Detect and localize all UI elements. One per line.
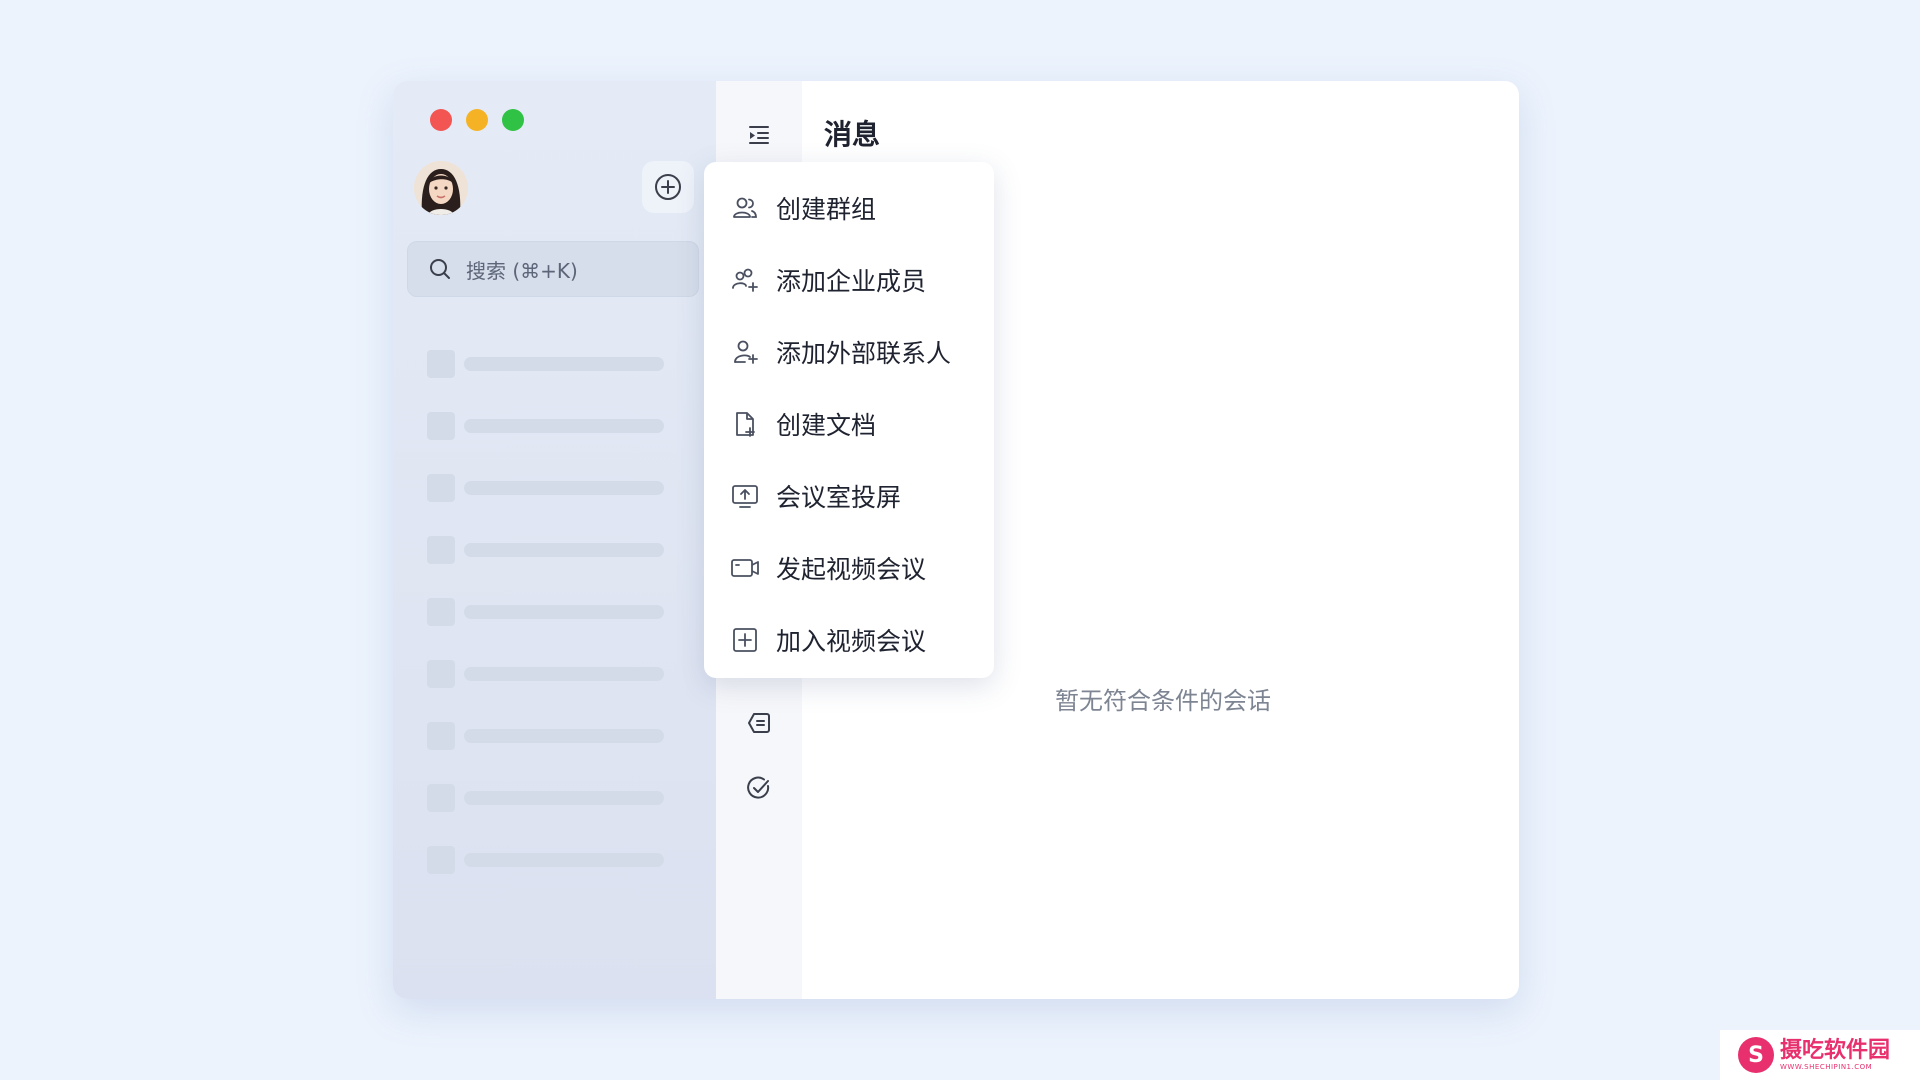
menu-item-create-group[interactable]: 创建群组 bbox=[704, 172, 994, 244]
check-circle-icon[interactable] bbox=[745, 774, 773, 802]
menu-item-start-video-meeting[interactable]: 发起视频会议 bbox=[704, 532, 994, 604]
add-button[interactable] bbox=[642, 161, 694, 213]
screen-share-icon bbox=[732, 485, 758, 508]
group-icon bbox=[733, 197, 757, 218]
page-title: 消息 bbox=[824, 118, 881, 151]
close-button[interactable] bbox=[430, 109, 452, 131]
skeleton-row bbox=[427, 519, 667, 581]
join-meeting-icon bbox=[733, 628, 757, 652]
menu-item-add-members[interactable]: 添加企业成员 bbox=[704, 244, 994, 316]
empty-state-text: 暂无符合条件的会话 bbox=[1055, 687, 1271, 715]
watermark-logo-icon: S bbox=[1738, 1037, 1774, 1073]
skeleton-row bbox=[427, 767, 667, 829]
menu-item-label: 添加外部联系人 bbox=[776, 339, 952, 368]
new-document-icon bbox=[736, 412, 755, 437]
video-camera-icon bbox=[731, 559, 759, 577]
menu-item-label: 创建群组 bbox=[776, 195, 877, 224]
menu-item-label: 创建文档 bbox=[776, 411, 877, 440]
watermark: S 摄吃软件园 WWW.SHECHIPIN1.COM bbox=[1720, 1030, 1920, 1080]
menu-item-label: 会议室投屏 bbox=[776, 483, 902, 512]
window-controls bbox=[430, 109, 524, 131]
skeleton-row bbox=[427, 705, 667, 767]
search-icon bbox=[430, 259, 450, 279]
maximize-button[interactable] bbox=[502, 109, 524, 131]
skeleton-row bbox=[427, 395, 667, 457]
avatar[interactable] bbox=[414, 161, 468, 215]
skeleton-row bbox=[427, 333, 667, 395]
watermark-text: 摄吃软件园 bbox=[1780, 1038, 1891, 1063]
search-placeholder: 搜索 (⌘+K) bbox=[466, 258, 578, 283]
skeleton-row bbox=[427, 829, 667, 891]
watermark-subtext: WWW.SHECHIPIN1.COM bbox=[1780, 1063, 1873, 1071]
menu-item-label: 添加企业成员 bbox=[776, 267, 927, 296]
plus-circle-icon bbox=[655, 174, 681, 200]
sidebar: 搜索 (⌘+K) bbox=[393, 81, 716, 999]
create-dropdown-menu: 创建群组 添加企业成员 添加外部联系人 创建文档 会议室投屏 发起视频会议 加入… bbox=[704, 162, 994, 678]
menu-item-label: 加入视频会议 bbox=[776, 627, 927, 656]
menu-item-create-document[interactable]: 创建文档 bbox=[704, 388, 994, 460]
list-icon[interactable] bbox=[745, 709, 773, 737]
search-input[interactable]: 搜索 (⌘+K) bbox=[407, 241, 699, 297]
skeleton-row bbox=[427, 643, 667, 705]
menu-item-add-external-contact[interactable]: 添加外部联系人 bbox=[704, 316, 994, 388]
skeleton-row bbox=[427, 581, 667, 643]
add-members-icon bbox=[732, 268, 758, 292]
conversation-list-skeleton bbox=[427, 333, 667, 891]
add-contact-icon bbox=[734, 340, 758, 364]
skeleton-row bbox=[427, 457, 667, 519]
menu-item-screen-share[interactable]: 会议室投屏 bbox=[704, 460, 994, 532]
menu-item-label: 发起视频会议 bbox=[776, 555, 927, 584]
menu-item-join-video-meeting[interactable]: 加入视频会议 bbox=[704, 604, 994, 676]
minimize-button[interactable] bbox=[466, 109, 488, 131]
indent-icon[interactable] bbox=[745, 121, 773, 149]
